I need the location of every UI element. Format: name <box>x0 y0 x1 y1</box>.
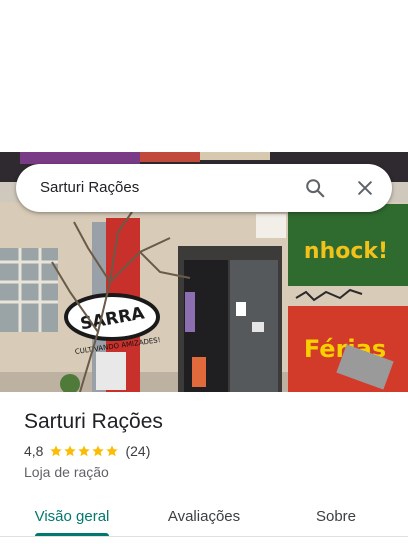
close-icon[interactable] <box>351 174 379 202</box>
tab-reviews[interactable]: Avaliações <box>150 496 258 536</box>
rating-value: 4,8 <box>24 443 44 459</box>
place-category: Loja de ração <box>24 464 109 480</box>
search-bar[interactable]: Sarturi Rações <box>16 164 392 212</box>
star-icon <box>106 445 119 457</box>
tabs-divider <box>0 536 408 537</box>
star-icon <box>64 445 77 457</box>
star-icon <box>50 445 63 457</box>
star-icon <box>78 445 91 457</box>
tab-overview[interactable]: Visão geral <box>24 496 120 536</box>
search-icon[interactable] <box>301 174 329 202</box>
photo-mural-top: nhock! <box>304 239 388 264</box>
tab-about[interactable]: Sobre <box>300 496 372 536</box>
top-blank-area <box>0 0 408 152</box>
place-name: Sarturi Rações <box>24 410 163 433</box>
star-icon <box>92 445 105 457</box>
rating-row[interactable]: 4,8 (24) <box>24 442 384 460</box>
review-count[interactable]: (24) <box>125 443 150 459</box>
rating-stars <box>49 444 119 458</box>
search-query-text[interactable]: Sarturi Rações <box>40 179 139 196</box>
place-info: Sarturi Rações 4,8 (24) Loja de ração <box>24 408 384 480</box>
